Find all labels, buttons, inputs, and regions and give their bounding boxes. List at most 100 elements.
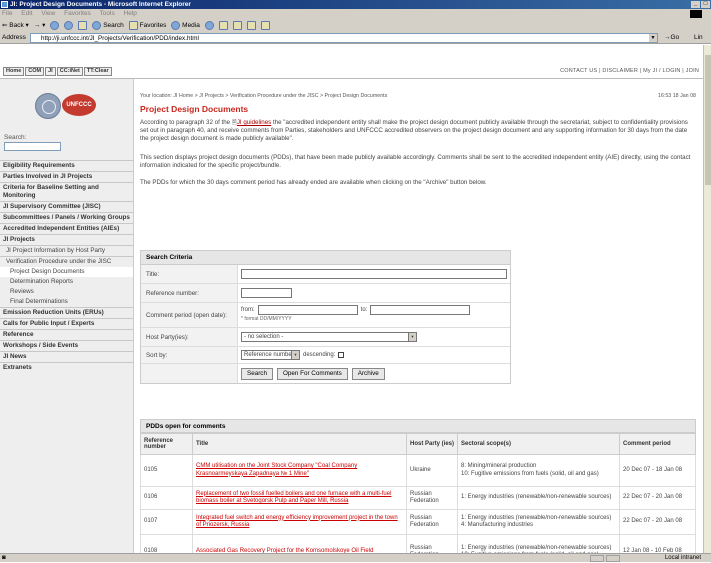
col-title: Title — [192, 433, 407, 455]
history-icon[interactable] — [204, 21, 214, 30]
mail-icon[interactable] — [218, 21, 228, 30]
status-segment — [590, 555, 604, 562]
menu-favorites[interactable]: Favorites — [64, 10, 91, 17]
discuss-icon[interactable] — [260, 21, 270, 30]
archive-button[interactable]: Archive — [351, 367, 385, 380]
sidebar-item[interactable]: Reviews — [0, 287, 133, 297]
title-cell: Integrated fuel switch and energy effici… — [192, 509, 407, 535]
breadcrumb[interactable]: Your location: JI Home > JI Projects > V… — [140, 93, 387, 99]
sidebar-item[interactable]: JI Projects — [0, 234, 133, 245]
page-icon: ◙ — [2, 555, 6, 561]
search-button[interactable]: Search — [92, 19, 124, 32]
tab-ccinet[interactable]: CC:iNet — [56, 67, 83, 76]
forward-button[interactable]: → ▾ — [34, 19, 46, 32]
links-button[interactable]: Lin — [694, 32, 703, 44]
window-controls: _ □ — [691, 1, 710, 8]
menu-view[interactable]: View — [41, 10, 55, 17]
period-cell: 22 Dec 07 - 20 Jan 08 — [619, 509, 696, 535]
sidebar-item[interactable]: Emission Reduction Units (ERUs) — [0, 307, 133, 318]
sidebar-item[interactable]: Extranets — [0, 362, 133, 373]
host-party-select[interactable]: - no selection - ▼ — [241, 332, 417, 342]
pdd-description: This section displays project design doc… — [140, 154, 691, 169]
period-cell-text: 22 Dec 07 - 20 Jan 08 — [623, 494, 683, 501]
address-input[interactable]: http://ji.unfccc.int/JI_Projects/Verific… — [30, 33, 658, 43]
menu-file[interactable]: File — [2, 10, 12, 17]
period-cell: 12 Jan 08 - 10 Feb 08 — [619, 534, 696, 553]
scrollbar-thumb[interactable] — [705, 55, 711, 185]
table-row: 0108 Associated Gas Recovery Project for … — [140, 534, 696, 553]
address-dropdown-icon[interactable]: ▼ — [649, 34, 657, 42]
edit-icon[interactable] — [246, 21, 256, 30]
media-button[interactable]: Media — [171, 19, 200, 32]
tab-home[interactable]: Home — [3, 67, 25, 76]
open-for-comments-button[interactable]: Open For Comments — [276, 367, 348, 380]
sidebar-item[interactable]: JI News — [0, 351, 133, 362]
period-cell-text: 20 Dec 07 - 18 Jan 08 — [623, 466, 683, 473]
favorites-label: Favorites — [139, 22, 167, 29]
unfccc-logo[interactable]: UNFCCC — [62, 94, 96, 116]
site-search-input[interactable] — [4, 142, 61, 151]
search-button[interactable]: Search — [241, 367, 273, 380]
minimize-button[interactable]: _ — [691, 1, 700, 8]
sidebar-item[interactable]: Project Design Documents — [0, 267, 133, 277]
pdd-table-heading: PDDs open for comments — [140, 419, 696, 433]
scope-cell-text: 8: Mining/mineral production 10: Fugitiv… — [461, 463, 599, 477]
host-cell: Ukraine — [406, 454, 458, 487]
sidebar-item[interactable]: Determination Reports — [0, 277, 133, 287]
maximize-button[interactable]: □ — [701, 1, 710, 8]
stop-icon[interactable] — [50, 21, 60, 30]
table-row: 0105 CMM utilisation on the Joint Stock C… — [140, 454, 696, 487]
sidebar-item[interactable]: Eligibility Requirements — [0, 160, 133, 171]
pdd-title-link[interactable]: CMM utilisation on the Joint Stock Compa… — [196, 463, 357, 477]
browser-toolbar: ⇐ Back ▾ → ▾ Search Favorites Media — [0, 19, 711, 32]
pdd-title-link[interactable]: Integrated fuel switch and energy effici… — [196, 515, 398, 529]
favorites-button[interactable]: Favorites — [128, 19, 167, 32]
col-scope: Sectoral scope(s) — [457, 433, 620, 455]
back-button[interactable]: ⇐ Back ▾ — [2, 19, 29, 32]
go-button[interactable]: →Go — [664, 32, 679, 44]
chevron-down-icon: ▼ — [408, 333, 416, 341]
search-icon — [92, 20, 102, 30]
title-input[interactable] — [241, 269, 507, 279]
sidebar-item[interactable]: Calls for Public Input / Experts — [0, 318, 133, 329]
title-cell: Replacement of two fossil fuelled boiler… — [192, 486, 407, 510]
sidebar-item[interactable]: Final Determinations — [0, 297, 133, 307]
date-format-hint: * format DD/MM/YYYY — [241, 316, 292, 322]
from-label: from: — [241, 307, 255, 313]
table-header-row: Reference number Title Host Party (ies) … — [140, 433, 696, 455]
vertical-scrollbar[interactable] — [703, 45, 711, 553]
tab-com[interactable]: COM — [25, 67, 45, 76]
tab-ji[interactable]: JI — [45, 67, 56, 76]
go-label: Go — [670, 34, 680, 41]
scope-cell-text: 1: Energy industries (renewable/non-rene… — [461, 514, 612, 529]
sidebar-item[interactable]: Workshops / Side Events — [0, 340, 133, 351]
host-cell: Russian Federation — [406, 509, 458, 535]
sidebar-item[interactable]: JI Supervisory Committee (JISC) — [0, 201, 133, 212]
sidebar-item[interactable]: JI Project Information by Host Party — [0, 245, 133, 256]
top-links[interactable]: CONTACT US | DISCLAIMER | My JI / LOGIN … — [560, 68, 699, 74]
reference-input[interactable] — [241, 288, 292, 298]
pdd-title-link[interactable]: Replacement of two fossil fuelled boiler… — [196, 491, 391, 505]
title-cell: Associated Gas Recovery Project for the … — [192, 534, 407, 553]
date-to-input[interactable] — [370, 305, 471, 315]
menu-help[interactable]: Help — [124, 10, 137, 17]
sort-select[interactable]: Reference number ▼ — [241, 350, 300, 360]
ji-guidelines-link[interactable]: JI guidelines — [237, 119, 271, 126]
menu-edit[interactable]: Edit — [21, 10, 32, 17]
descending-checkbox[interactable] — [338, 352, 345, 358]
sidebar-item[interactable]: Reference — [0, 329, 133, 340]
print-icon[interactable] — [232, 21, 242, 30]
tab-ttclear[interactable]: TT:Clear — [83, 67, 112, 76]
refresh-icon[interactable] — [64, 21, 74, 30]
chevron-down-icon: ▼ — [291, 351, 299, 359]
ie-icon — [1, 1, 8, 8]
date-from-input[interactable] — [257, 305, 358, 315]
sidebar-item[interactable]: Verification Procedure under the JISC — [0, 256, 133, 267]
sidebar-item[interactable]: Accredited Independent Entities (AIEs) — [0, 223, 133, 234]
sidebar-item[interactable]: Parties Involved in JI Projects — [0, 171, 133, 182]
home-icon[interactable] — [78, 21, 88, 30]
menu-tools[interactable]: Tools — [100, 10, 115, 17]
col-reference: Reference number — [140, 433, 193, 455]
sidebar-item[interactable]: Subcommittees / Panels / Working Groups — [0, 212, 133, 223]
sidebar-item[interactable]: Criteria for Baseline Setting and Monito… — [0, 182, 133, 201]
